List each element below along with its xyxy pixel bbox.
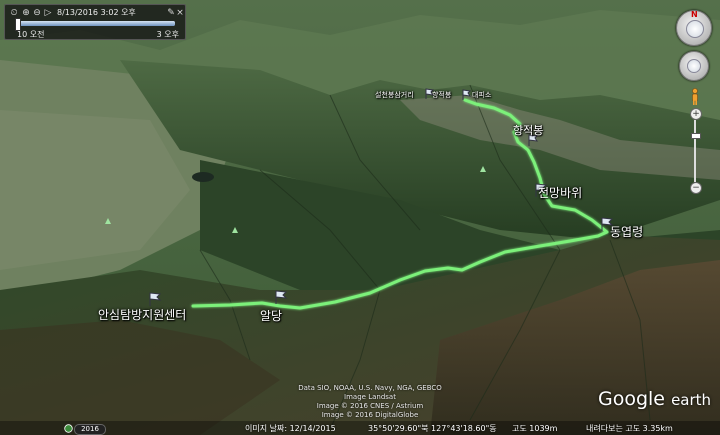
imagery-year-badge[interactable]: 2016 (74, 424, 106, 435)
time-slider-end: 3 오후 (156, 30, 179, 39)
clock-icon[interactable]: ⏲ (9, 8, 19, 18)
place-label-ridge-2[interactable]: 향적봉 (432, 90, 451, 100)
look-joystick-icon[interactable] (686, 20, 704, 38)
place-label-aldang[interactable]: 알당 (260, 307, 282, 324)
street-view-pegman-icon[interactable] (690, 88, 700, 106)
time-slider-date: 8/13/2016 3:02 오후 (57, 8, 136, 17)
flag-icon[interactable] (274, 289, 288, 305)
logo-google-text: Google (598, 388, 666, 410)
time-slider-start: 10 오전 (17, 30, 45, 39)
zoom-in-icon[interactable]: + (690, 108, 702, 120)
eye-altitude: 내려다보는 고도 3.35km (586, 424, 673, 433)
close-icon[interactable]: × (175, 8, 185, 18)
zoom-in-time-icon[interactable]: ⊕ (21, 8, 31, 18)
attribution-line: Data SIO, NOAA, U.S. Navy, NGA, GEBCO (298, 384, 442, 392)
flag-icon[interactable] (148, 291, 162, 307)
flag-icon[interactable] (461, 89, 471, 101)
map-view[interactable]: 안심탐방지원센터 알당 동엽령 전망바위 향적봉 설천봉삼거리 향적봉 대피소 … (0, 0, 720, 435)
place-label-dongyeopryeong[interactable]: 동엽령 (610, 223, 643, 240)
place-label-jeonmangbawi[interactable]: 전망바위 (538, 184, 582, 201)
place-label-summit[interactable]: 향적봉 (513, 122, 543, 138)
time-slider-panel: ⏲ ⊕ ⊖ ▷ ✎ × 8/13/2016 3:02 오후 10 오전 3 오후 (4, 4, 186, 40)
imagery-attribution: Data SIO, NOAA, U.S. Navy, NGA, GEBCO Im… (270, 384, 470, 420)
north-indicator-icon[interactable]: N (691, 10, 698, 19)
coordinates: 35°50'29.60"북 127°43'18.60"동 (368, 424, 497, 433)
attribution-line: Image © 2016 CNES / Astrium (316, 402, 424, 410)
zoom-handle[interactable] (691, 133, 701, 139)
look-control[interactable]: N (676, 10, 712, 46)
attribution-line: Image Landsat (344, 393, 396, 401)
status-bar: 이미지 날짜: 12/14/2015 35°50'29.60"북 127°43'… (0, 421, 720, 435)
zoom-slider[interactable]: + − (690, 108, 702, 194)
attribution-line: Image © 2016 DigitalGlobe (321, 411, 419, 419)
move-joystick-icon[interactable] (687, 59, 701, 73)
image-date: 이미지 날짜: 12/14/2015 (245, 424, 336, 433)
move-control[interactable] (679, 51, 709, 81)
historical-imagery-icon[interactable] (64, 424, 73, 433)
place-label-visitor-center[interactable]: 안심탐방지원센터 (98, 306, 186, 323)
google-earth-logo: Google earth (598, 388, 711, 410)
play-icon[interactable]: ▷ (43, 8, 53, 18)
time-slider-track[interactable] (15, 21, 175, 26)
zoom-out-icon[interactable]: − (690, 182, 702, 194)
zoom-out-time-icon[interactable]: ⊖ (32, 8, 42, 18)
place-label-ridge-3[interactable]: 대피소 (472, 90, 491, 100)
place-label-ridge-1[interactable]: 설천봉삼거리 (375, 90, 414, 100)
zoom-track[interactable] (694, 120, 696, 182)
logo-earth-text: earth (671, 391, 712, 409)
elevation: 고도 1039m (512, 424, 558, 433)
